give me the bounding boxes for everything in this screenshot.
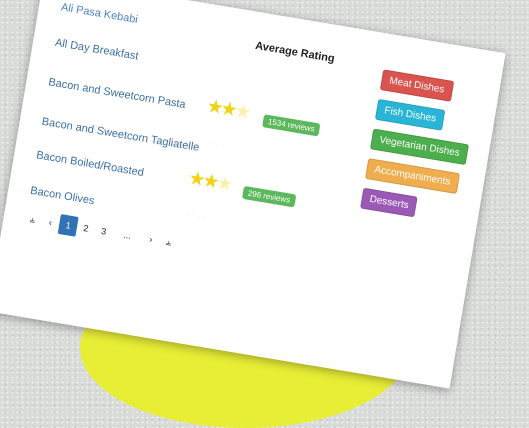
recipe-link-ali-pasa-kebabi[interactable]: Ali Pasa Kebabi (60, 1, 139, 26)
review-count-badge: 1534 reviews (262, 114, 321, 137)
recipe-link-bacon-boiled-roasted[interactable]: Bacon Boiled/Roasted (35, 149, 144, 179)
category-meat-dishes-button[interactable]: Meat Dishes (379, 69, 454, 102)
last-page-icon[interactable]: ⫨ (158, 231, 179, 254)
star-half-icon: ★ (232, 100, 251, 124)
category-fish-dishes-button[interactable]: Fish Dishes (374, 98, 446, 131)
category-desserts-button[interactable]: Desserts (359, 187, 419, 218)
faded-rating-placeholder: · · · · · (185, 208, 213, 223)
pagination: ⫨ ‹ 1 2 3 ... › ⫨ (22, 208, 179, 253)
review-count-badge: 296 reviews (241, 185, 297, 208)
category-accompaniments-button[interactable]: Accompaniments (364, 158, 460, 195)
recipes-panel: Average Rating Ali Pasa Kebabi All Day B… (0, 0, 506, 389)
star-rating-bacon-boiled-roasted: ★★★ (187, 168, 232, 196)
faded-rating-placeholder: · · · · · (204, 136, 231, 151)
recipe-link-all-day-breakfast[interactable]: All Day Breakfast (54, 37, 139, 63)
average-rating-heading: Average Rating (254, 39, 336, 66)
recipe-link-bacon-sweetcorn-tagliatelle[interactable]: Bacon and Sweetcorn Tagliatelle (41, 116, 200, 154)
recipe-link-bacon-sweetcorn-pasta[interactable]: Bacon and Sweetcorn Pasta (48, 76, 187, 111)
star-rating-bacon-sweetcorn-pasta: ★★★ (205, 96, 251, 124)
category-vegetarian-dishes-button[interactable]: Vegetarian Dishes (369, 128, 470, 166)
recipe-link-bacon-olives[interactable]: Bacon Olives (29, 185, 95, 208)
star-half-icon: ★ (214, 172, 232, 196)
pagination-ellipsis: ... (122, 229, 132, 241)
